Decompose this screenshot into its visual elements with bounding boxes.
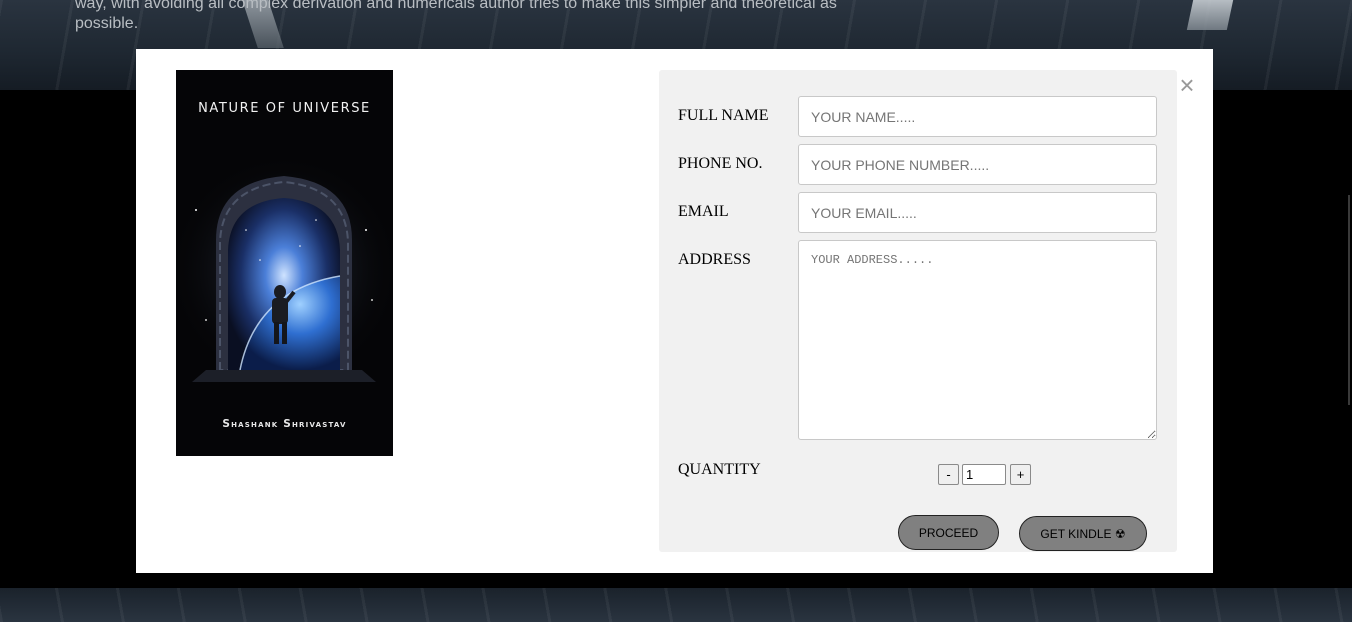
phone-label: PHONE NO. [678,155,763,172]
phone-input[interactable] [798,144,1157,185]
quantity-decrement-button[interactable]: - [938,464,959,485]
address-textarea[interactable] [798,240,1157,440]
address-label: ADDRESS [678,251,751,268]
book-title: NATURE OF UNIVERSE [198,101,371,116]
quantity-input[interactable] [962,464,1006,485]
book-description-text: way, with avoiding all complex derivatio… [75,0,837,32]
proceed-button[interactable]: PROCEED [898,515,999,550]
book-cover-image: NATURE OF UNIVERSE Shashank Shrivastav [176,70,393,456]
page-footer-background [0,588,1352,622]
close-icon[interactable]: × [1176,71,1198,99]
page-scrollbar[interactable] [1348,195,1350,405]
full-name-label: FULL NAME [678,107,769,124]
order-form: FULL NAME PHONE NO. EMAIL ADDRESS QUANTI… [659,70,1177,552]
cover-artwork [176,70,393,456]
order-modal: × NATURE OF UNIVERSE Shashank Shrivastav… [136,49,1213,573]
email-label: EMAIL [678,203,729,220]
quantity-increment-button[interactable]: + [1010,464,1031,485]
email-input[interactable] [798,192,1157,233]
book-author: Shashank Shrivastav [222,418,347,430]
full-name-input[interactable] [798,96,1157,137]
quantity-label: QUANTITY [678,461,761,478]
background-decoration [1186,0,1234,30]
get-kindle-button[interactable]: GET KINDLE ☢ [1019,516,1147,551]
